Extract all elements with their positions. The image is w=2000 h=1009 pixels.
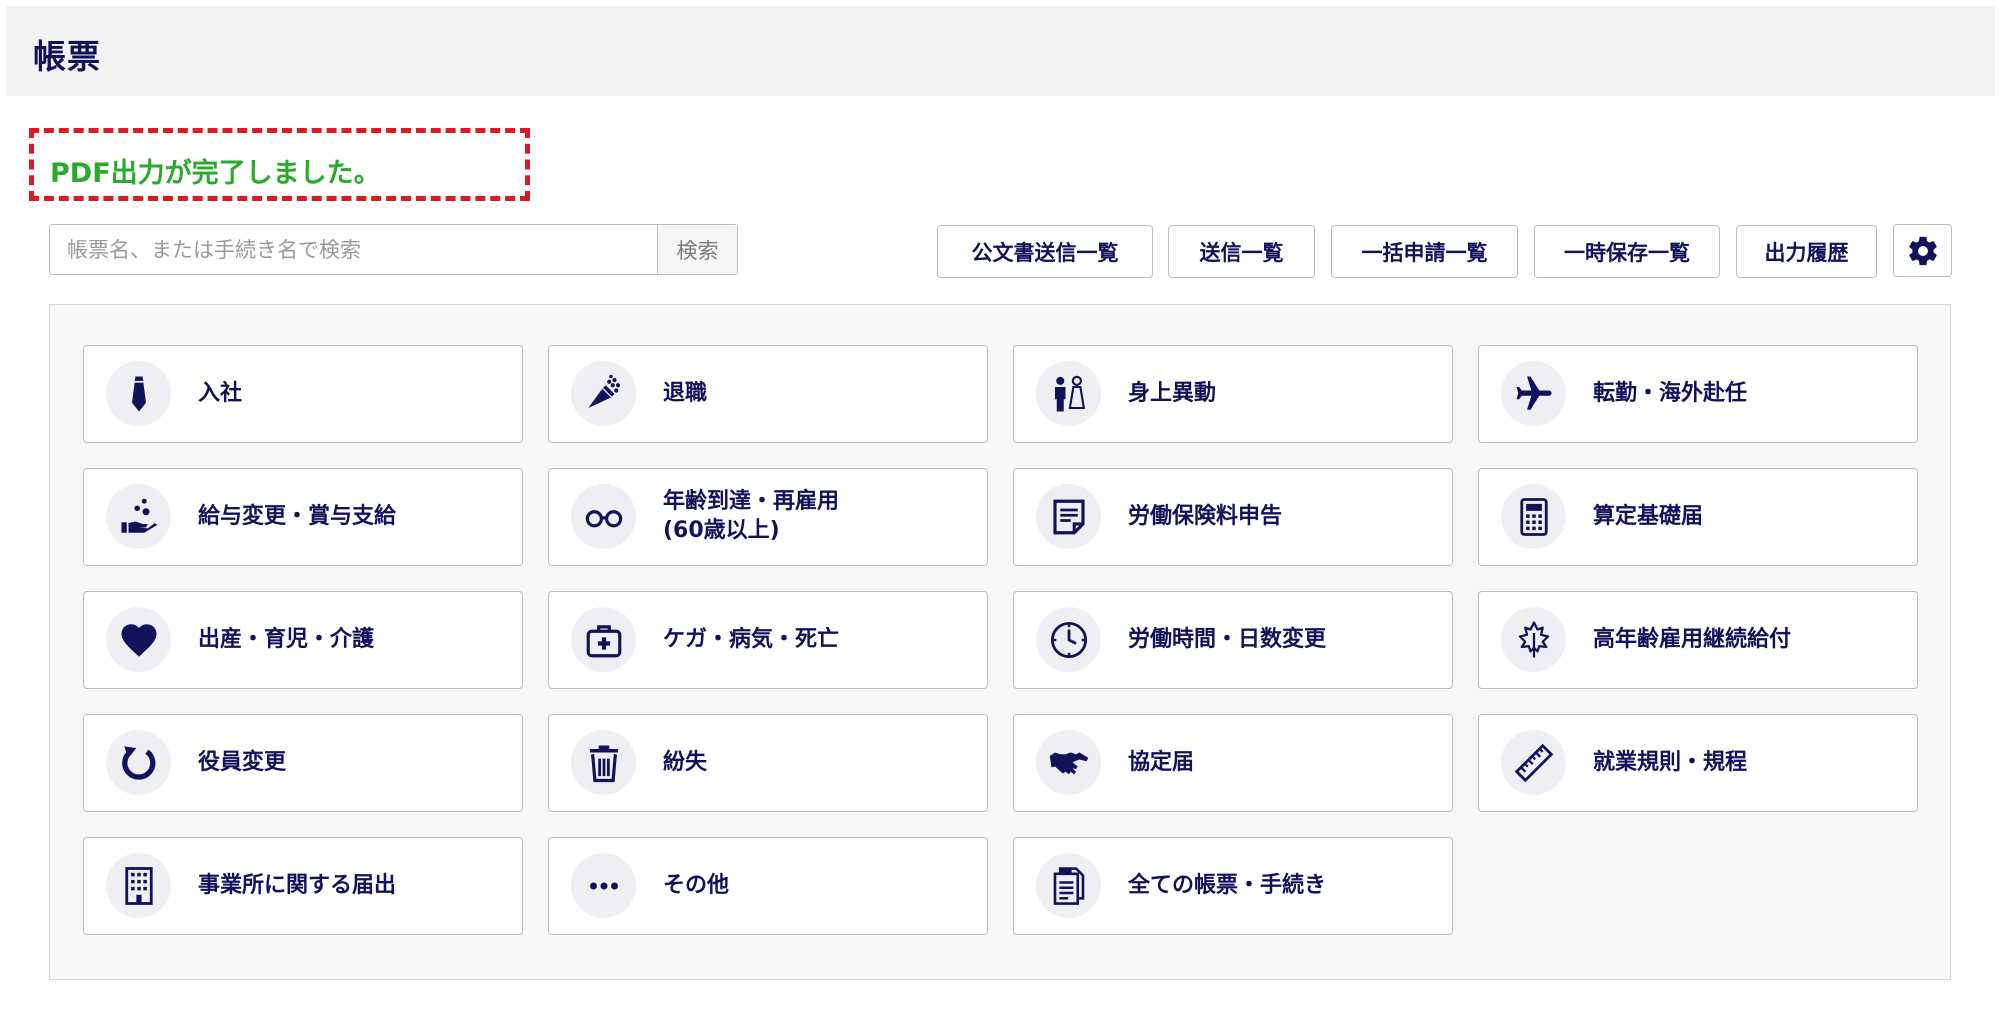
search-input[interactable] (50, 225, 657, 274)
temporary-saved-list-button[interactable]: 一時保存一覧 (1534, 225, 1720, 278)
category-card-injury-illness[interactable]: ケガ・病気・死亡 (548, 591, 988, 689)
category-card-salary-bonus[interactable]: 給与変更・賞与支給 (83, 468, 523, 566)
search-button[interactable]: 検索 (657, 225, 737, 274)
category-label: 退職 (663, 380, 708, 406)
glasses-icon (585, 509, 622, 527)
hand-coins-icon (121, 498, 157, 533)
search-bar: 検索 (49, 224, 738, 275)
category-card-lost[interactable]: 紛失 (548, 714, 988, 812)
batch-application-list-button[interactable]: 一括申請一覧 (1331, 225, 1518, 278)
building-icon (124, 866, 153, 905)
ruler-icon (1514, 743, 1553, 782)
clock-icon (1050, 621, 1087, 658)
category-card-working-hours[interactable]: 労働時間・日数変更 (1013, 591, 1453, 689)
category-label: その他 (663, 872, 730, 898)
category-label: 出産・育児・介護 (198, 626, 375, 652)
category-card-retirement[interactable]: 退職 (548, 345, 988, 443)
category-label: 給与変更・賞与支給 (198, 503, 397, 529)
medical-kit-icon (586, 624, 621, 657)
category-label: 算定基礎届 (1593, 503, 1704, 529)
more-dots-icon (589, 882, 618, 889)
category-label: 事業所に関する届出 (198, 872, 397, 898)
page-title: 帳票 (33, 37, 101, 76)
category-card-labor-insurance[interactable]: 労働保険料申告 (1013, 468, 1453, 566)
bouquet-icon (587, 374, 620, 408)
category-label: ケガ・病気・死亡 (663, 626, 840, 652)
trash-icon (589, 745, 618, 782)
sent-list-button[interactable]: 送信一覧 (1168, 225, 1315, 278)
output-history-button[interactable]: 出力履歴 (1736, 225, 1877, 278)
gear-icon (1908, 236, 1937, 265)
category-card-agreement[interactable]: 協定届 (1013, 714, 1453, 812)
category-label: 高年齢雇用継続給付 (1593, 626, 1792, 652)
success-notice: PDF出力が完了しました。 (29, 128, 530, 201)
category-label: 労働時間・日数変更 (1128, 626, 1327, 652)
category-label: 就業規則・規程 (1593, 749, 1748, 775)
heart-icon (121, 623, 156, 657)
settings-button[interactable] (1893, 224, 1952, 277)
category-label: 入社 (198, 380, 243, 406)
category-card-work-rules[interactable]: 就業規則・規程 (1478, 714, 1918, 812)
document-lines-icon (1052, 499, 1085, 534)
official-documents-list-button[interactable]: 公文書送信一覧 (937, 225, 1153, 278)
category-card-age-reemployment[interactable]: 年齢到達・再雇用 (60歳以上) (548, 468, 988, 566)
handshake-icon (1049, 752, 1088, 774)
necktie-icon (131, 376, 146, 411)
category-card-hiring[interactable]: 入社 (83, 345, 523, 443)
category-label: 役員変更 (198, 749, 287, 775)
category-label: 全ての帳票・手続き (1128, 872, 1327, 898)
category-label: 転勤・海外赴任 (1593, 380, 1748, 406)
maple-leaf-icon (1518, 620, 1549, 657)
category-label: 身上異動 (1128, 380, 1217, 406)
category-card-childcare[interactable]: 出産・育児・介護 (83, 591, 523, 689)
category-card-personal-change[interactable]: 身上異動 (1013, 345, 1453, 443)
calculator-icon (1519, 497, 1548, 536)
refresh-arrow-icon (121, 745, 155, 780)
page-header: 帳票 (6, 6, 1995, 96)
category-card-elderly-employment[interactable]: 高年齢雇用継続給付 (1478, 591, 1918, 689)
category-card-calculation-base[interactable]: 算定基礎届 (1478, 468, 1918, 566)
category-card-officer-change[interactable]: 役員変更 (83, 714, 523, 812)
success-message: PDF出力が完了しました。 (50, 158, 381, 189)
category-label: 労働保険料申告 (1128, 503, 1283, 529)
category-label: 年齢到達・再雇用 (60歳以上) (663, 489, 840, 543)
category-label: 紛失 (663, 749, 708, 775)
wedding-couple-icon (1054, 375, 1085, 411)
airplane-icon (1516, 376, 1551, 410)
category-card-all-forms[interactable]: 全ての帳票・手続き (1013, 837, 1453, 935)
category-label: 協定届 (1128, 749, 1195, 775)
category-card-transfer[interactable]: 転勤・海外赴任 (1478, 345, 1918, 443)
category-card-office-notification[interactable]: 事業所に関する届出 (83, 837, 523, 935)
documents-icon (1053, 866, 1084, 905)
category-panel: 入社 退職 身上異動 転勤・海外赴任 給与変更・賞与支給 年齢到達・再雇用 (6… (49, 304, 1951, 980)
category-card-other[interactable]: その他 (548, 837, 988, 935)
